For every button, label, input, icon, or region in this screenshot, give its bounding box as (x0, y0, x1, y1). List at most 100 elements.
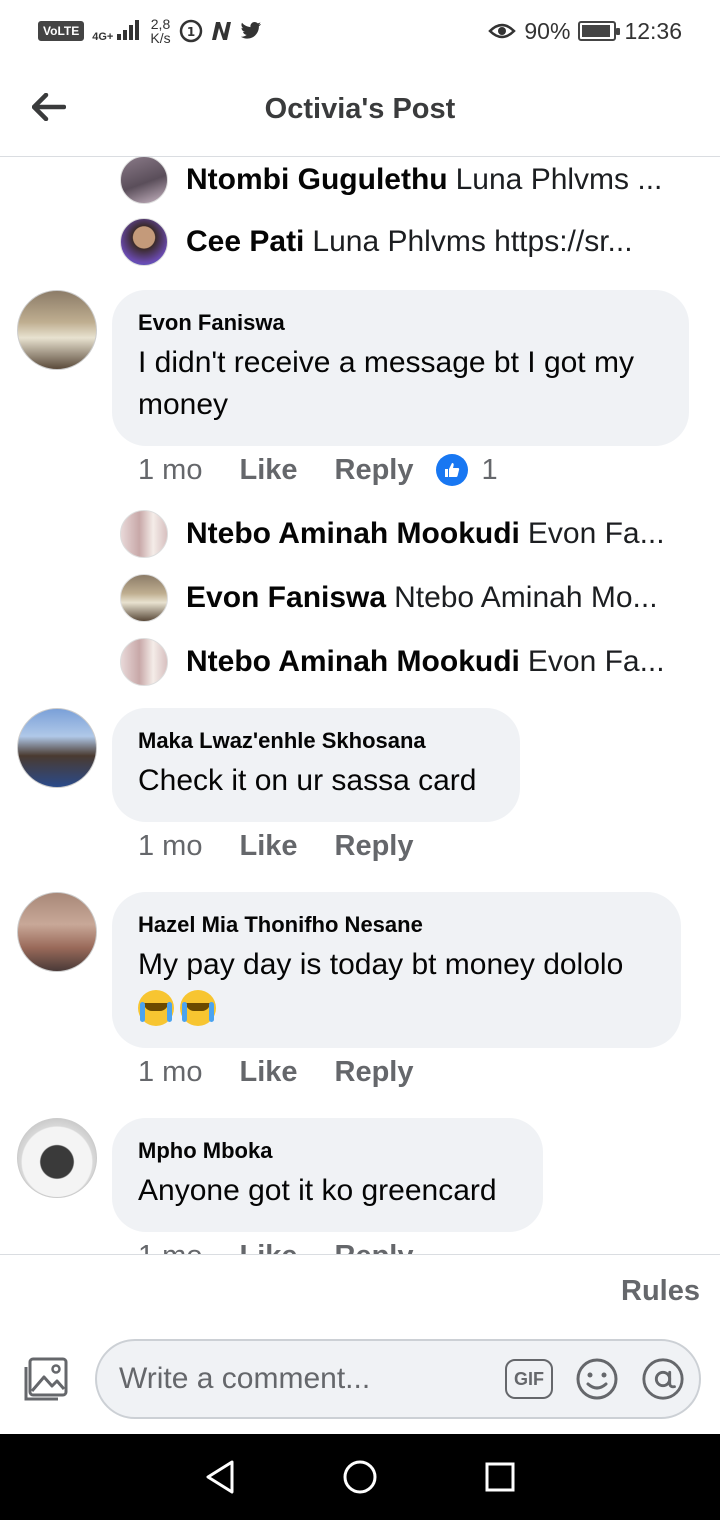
signal-icon (117, 19, 140, 40)
mention-button[interactable] (641, 1357, 685, 1401)
reply-author[interactable]: Ntebo Aminah Mookudi (186, 645, 520, 678)
comment-time: 1 mo (138, 1055, 203, 1088)
reply-author[interactable]: Cee Pati (186, 225, 304, 258)
emoji-button[interactable] (575, 1357, 619, 1401)
reply-preview-text: Ntombi Gugulethu Luna Phlvms ... (186, 163, 662, 197)
comment-time: 1 mo (138, 829, 203, 862)
comments-feed[interactable]: Ntombi Gugulethu Luna Phlvms ... Cee Pati… (0, 157, 720, 1254)
comment-bubble[interactable]: Evon Faniswa I didn't receive a message … (112, 290, 689, 446)
status-left: VoLTE 4G+ 2,8 K/s 1 (38, 17, 263, 45)
comment-time: 1 mo (138, 453, 203, 486)
back-button[interactable] (28, 86, 70, 128)
comment-text: Anyone got it ko greencard (138, 1174, 497, 1207)
data-saver-icon: 1 (179, 19, 202, 43)
comment-composer: Rules Write a comment... GIF (0, 1254, 720, 1434)
network-speed: 2,8 K/s (150, 17, 170, 45)
gif-button[interactable]: GIF (505, 1359, 553, 1399)
comment-text-block: My pay day is today bt money dololo (138, 944, 655, 1028)
comment-actions: 1 mo Like Reply (138, 1236, 436, 1255)
nav-back-button[interactable] (200, 1457, 240, 1497)
battery-percent: 90% (524, 17, 571, 44)
eye-comfort-icon (488, 23, 517, 39)
comment-bubble[interactable]: Mpho Mboka Anyone got it ko greencard (112, 1118, 543, 1232)
avatar[interactable] (17, 1118, 97, 1198)
comment-text: My pay day is today bt money dololo (138, 948, 624, 981)
page-title: Octivia's Post (264, 92, 456, 125)
comment-placeholder[interactable]: Write a comment... (119, 1362, 505, 1396)
avatar[interactable] (17, 290, 97, 370)
reply-button[interactable]: Reply (335, 454, 414, 487)
comment-bubble[interactable]: Hazel Mia Thonifho Nesane My pay day is … (112, 892, 681, 1048)
rules-link[interactable]: Rules (621, 1275, 700, 1308)
twitter-icon (240, 22, 261, 39)
reply-snippet: Luna Phlvms ... (455, 163, 663, 196)
volte-indicator: VoLTE (38, 21, 85, 41)
reaction-count: 1 (481, 453, 498, 486)
status-right: 90% 12:36 (488, 18, 682, 45)
post-header: Octivia's Post (0, 62, 720, 157)
nav-home-button[interactable] (340, 1457, 380, 1497)
nav-recents-button[interactable] (480, 1457, 520, 1497)
network-type: 4G+ (92, 30, 114, 43)
comment-author[interactable]: Maka Lwaz'enhle Skhosana (138, 728, 494, 754)
reply-preview-text: Evon Faniswa Ntebo Aminah Mo... (186, 581, 658, 615)
square-recents-icon (485, 1462, 515, 1492)
clock: 12:36 (624, 17, 682, 44)
battery-icon (578, 21, 621, 41)
reply-snippet: Ntebo Aminah Mo... (394, 581, 658, 614)
comment-author[interactable]: Evon Faniswa (138, 310, 663, 336)
reply-snippet: Evon Fa... (527, 517, 665, 550)
reaction-summary[interactable]: 1 (435, 453, 498, 487)
comment-text: Check it on ur sassa card (138, 764, 477, 797)
system-nav-bar (0, 1434, 720, 1520)
notification-icons: 1 (179, 19, 263, 43)
reply-author[interactable]: Evon Faniswa (186, 581, 386, 614)
comment-time: 1 mo (138, 1240, 202, 1255)
avatar[interactable] (17, 708, 97, 788)
comment-author[interactable]: Hazel Mia Thonifho Nesane (138, 912, 655, 938)
reply-preview-text: Ntebo Aminah Mookudi Evon Fa... (186, 517, 665, 551)
comment-author[interactable]: Mpho Mboka (138, 1138, 517, 1164)
avatar[interactable] (120, 638, 168, 686)
comment-bubble[interactable]: Maka Lwaz'enhle Skhosana Check it on ur … (112, 708, 520, 822)
avatar[interactable] (120, 218, 168, 266)
photo-button[interactable] (22, 1357, 70, 1403)
n-app-icon (211, 22, 231, 40)
avatar[interactable] (17, 892, 97, 972)
crying-emoji-icon (180, 990, 216, 1027)
comment-actions: 1 mo Like Reply (138, 826, 436, 866)
comment-actions: 1 mo Like Reply (138, 1052, 436, 1092)
back-arrow-icon (32, 93, 66, 121)
comment-actions: 1 mo Like Reply 1 (138, 450, 498, 490)
reply-preview[interactable]: Evon Faniswa Ntebo Aminah Mo... (120, 572, 680, 624)
reply-preview[interactable]: Ntebo Aminah Mookudi Evon Fa... (120, 508, 680, 560)
smiley-icon (576, 1358, 618, 1400)
crying-emoji-icon (138, 990, 174, 1027)
reply-snippet: Evon Fa... (527, 645, 665, 678)
avatar[interactable] (120, 574, 168, 622)
status-bar: VoLTE 4G+ 2,8 K/s 1 90% 12:36 (0, 0, 720, 62)
avatar[interactable] (120, 510, 168, 558)
reply-preview[interactable]: Ntebo Aminah Mookudi Evon Fa... (120, 636, 680, 688)
reply-preview[interactable]: Ntombi Gugulethu Luna Phlvms ... (120, 157, 680, 206)
reply-button[interactable]: Reply (335, 1240, 414, 1255)
photo-icon (24, 1357, 68, 1401)
network-indicator: 4G+ (92, 19, 142, 43)
reply-author[interactable]: Ntombi Gugulethu (186, 163, 448, 196)
reply-preview[interactable]: Cee Pati Luna Phlvms https://sr... (120, 216, 680, 268)
like-button[interactable]: Like (239, 830, 297, 863)
svg-text:1: 1 (186, 25, 194, 39)
like-button[interactable]: Like (239, 1240, 297, 1255)
reply-button[interactable]: Reply (335, 1056, 414, 1089)
triangle-back-icon (206, 1460, 234, 1494)
at-sign-icon (642, 1358, 684, 1400)
like-button[interactable]: Like (239, 1056, 297, 1089)
speed-unit: K/s (150, 30, 171, 46)
reply-author[interactable]: Ntebo Aminah Mookudi (186, 517, 520, 550)
comment-text: I didn't receive a message bt I got my m… (138, 346, 634, 421)
avatar[interactable] (120, 157, 168, 204)
comment-input[interactable]: Write a comment... GIF (95, 1339, 701, 1419)
reply-button[interactable]: Reply (335, 830, 414, 863)
thumbs-up-icon (435, 454, 468, 486)
like-button[interactable]: Like (239, 454, 297, 487)
